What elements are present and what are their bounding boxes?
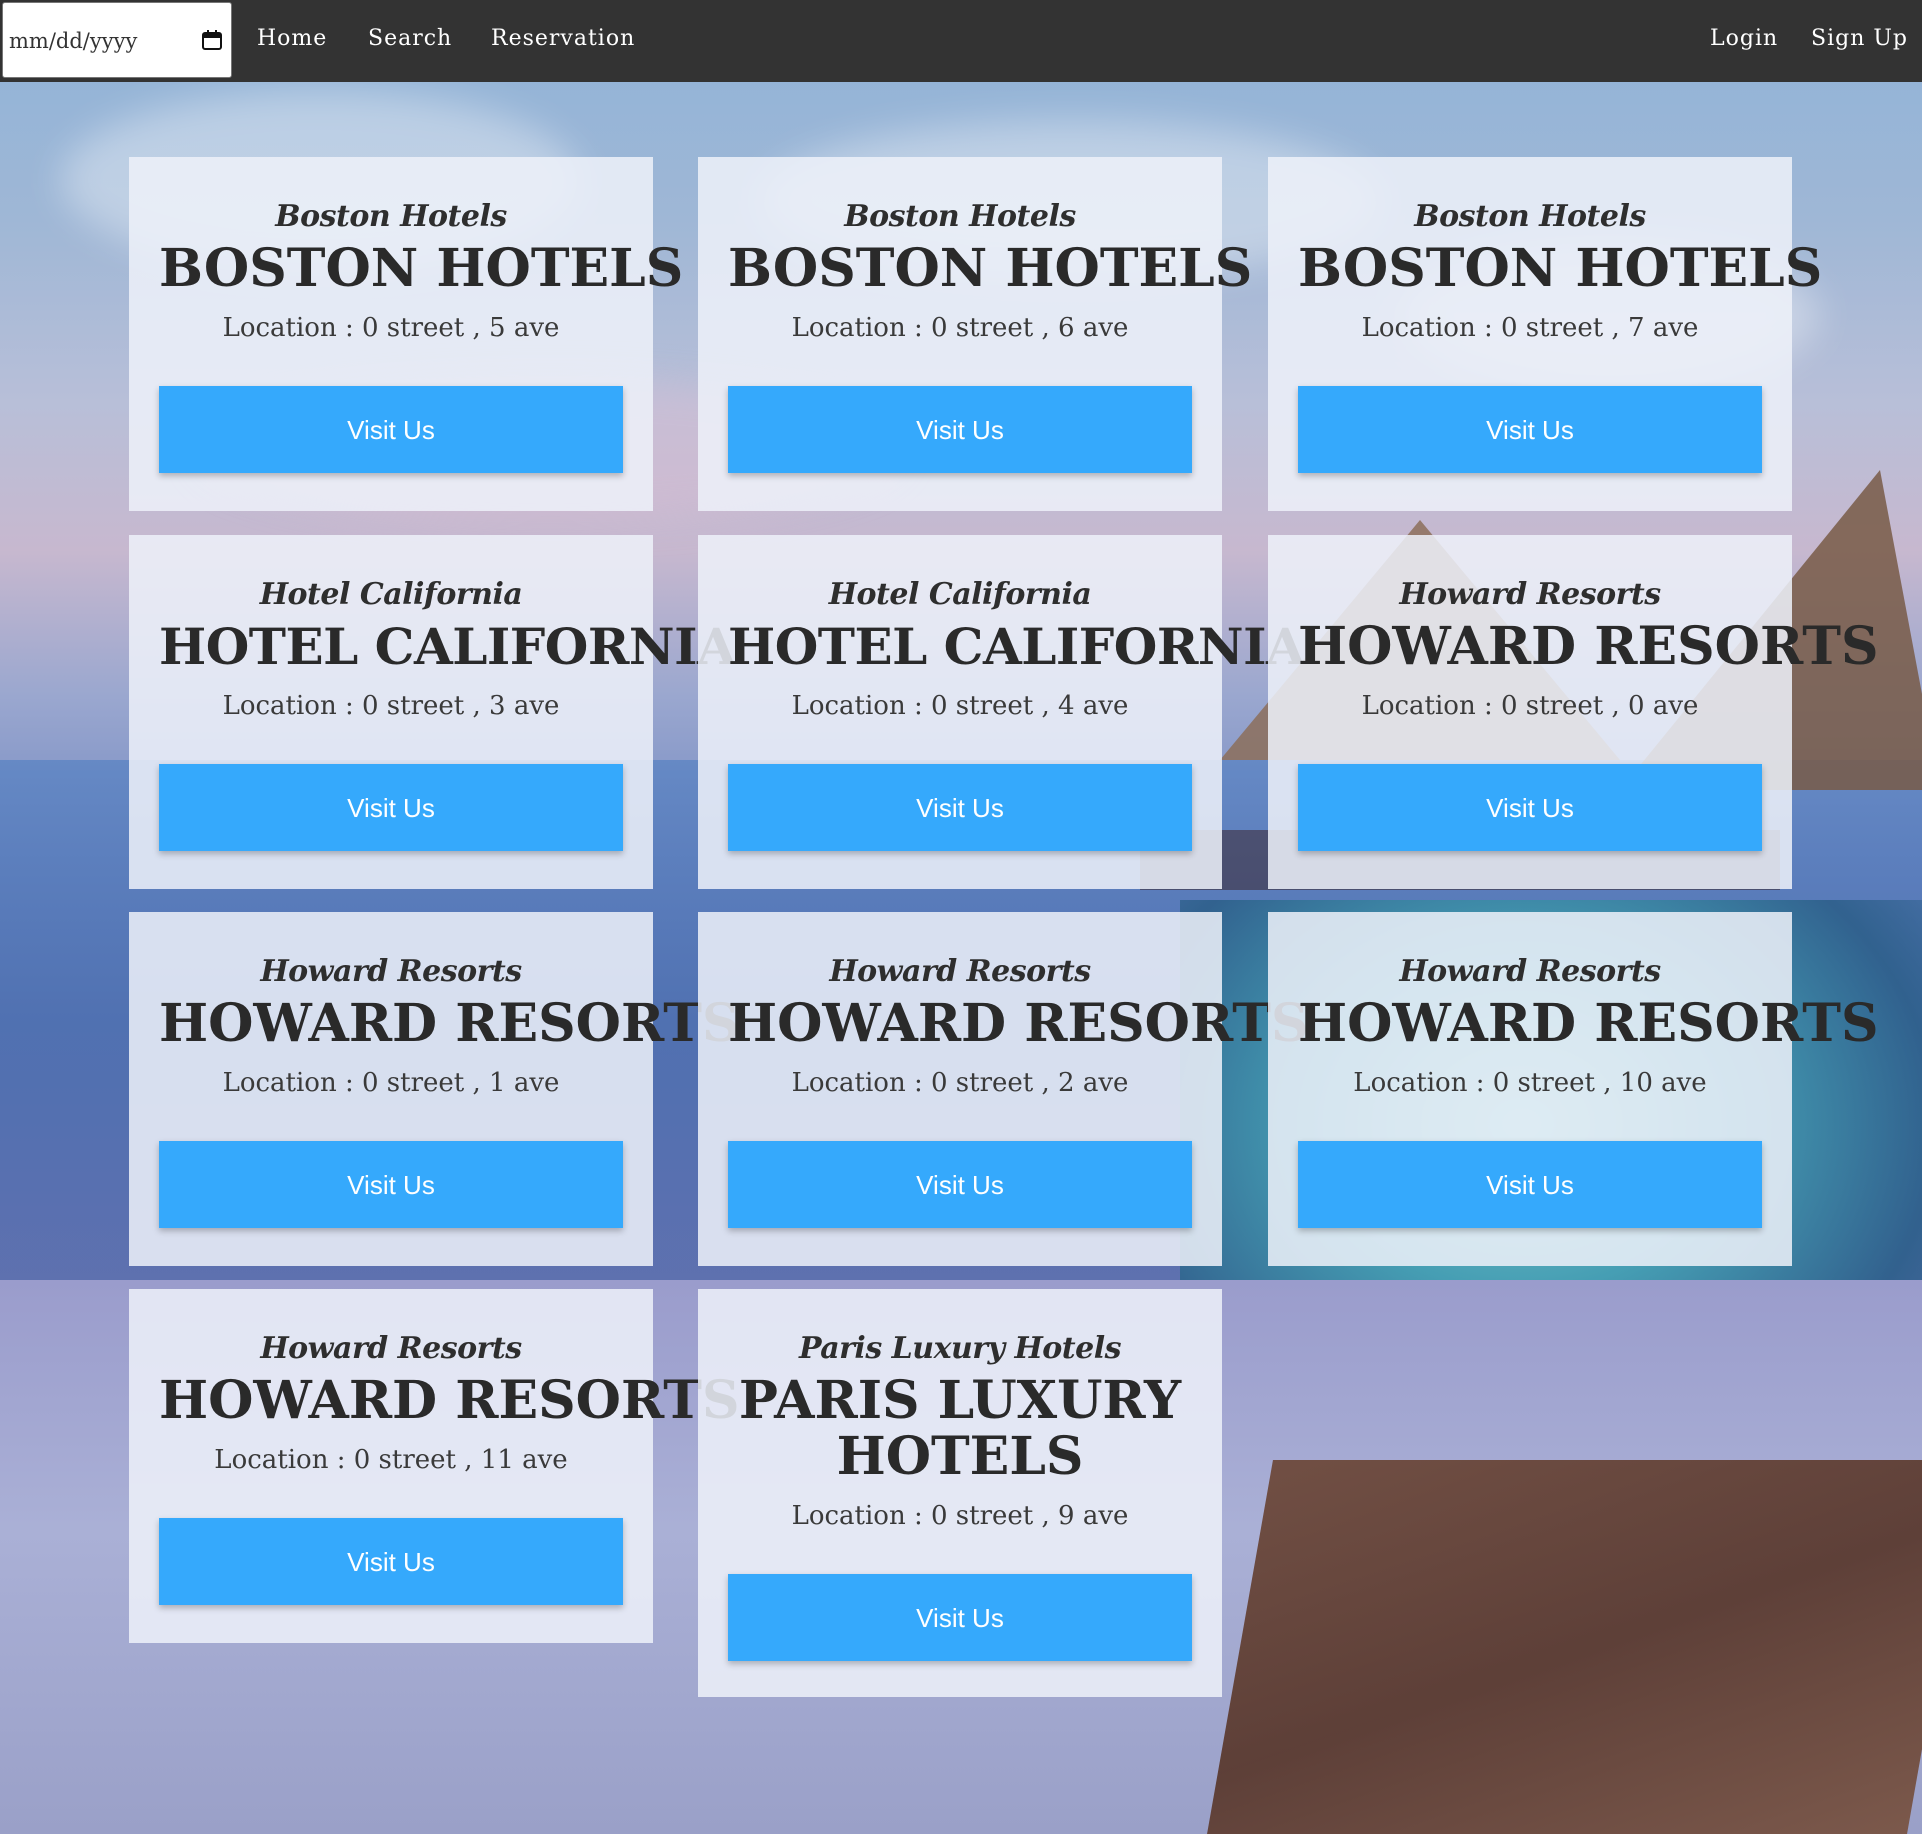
hotel-script-name: Boston Hotels xyxy=(1414,199,1646,234)
nav-login-link[interactable]: Login xyxy=(1710,26,1778,51)
hotel-location: Location : 0 street , 9 ave xyxy=(791,1501,1129,1531)
hotel-script-name: Howard Resorts xyxy=(1399,577,1661,612)
hotel-location: Location : 0 street , 4 ave xyxy=(791,691,1129,721)
hotel-card: Howard Resorts Howard Resorts Location :… xyxy=(1268,912,1879,1266)
hotel-location: Location : 0 street , 1 ave xyxy=(222,1068,560,1098)
visit-us-button[interactable]: Visit Us xyxy=(1298,764,1762,851)
date-placeholder: mm/dd/yyyy xyxy=(9,29,138,53)
calendar-icon[interactable] xyxy=(201,29,223,51)
hotel-title: Howard Resorts xyxy=(1298,993,1879,1054)
hotel-script-name: Howard Resorts xyxy=(260,1331,522,1366)
hotel-card: Hotel California Hotel California Locati… xyxy=(129,535,736,889)
hotel-script-name: Boston Hotels xyxy=(844,199,1076,234)
nav-home-link[interactable]: Home xyxy=(257,26,327,51)
hotel-title: Hotel California xyxy=(728,617,1305,676)
hotel-script-name: Hotel California xyxy=(828,577,1092,612)
hotel-location: Location : 0 street , 5 ave xyxy=(222,313,560,343)
hotel-script-name: Hotel California xyxy=(259,577,523,612)
hotel-card: Paris Luxury Hotels Paris Luxury Hotels … xyxy=(698,1289,1222,1697)
hotel-title: Howard Resorts xyxy=(159,1370,740,1431)
hotel-card: Boston Hotels Boston Hotels Location : 0… xyxy=(1268,157,1823,511)
hotel-script-name: Howard Resorts xyxy=(829,954,1091,989)
hotel-location: Location : 0 street , 0 ave xyxy=(1361,691,1699,721)
hotel-title: Boston Hotels xyxy=(1298,238,1823,299)
visit-us-button[interactable]: Visit Us xyxy=(728,1141,1192,1228)
hotel-title: Howard Resorts xyxy=(159,993,740,1054)
hotel-title: Paris Luxury Hotels xyxy=(738,1370,1182,1487)
visit-us-button[interactable]: Visit Us xyxy=(728,386,1192,473)
hotel-location: Location : 0 street , 11 ave xyxy=(214,1445,568,1475)
hotel-script-name: Boston Hotels xyxy=(275,199,507,234)
visit-us-button[interactable]: Visit Us xyxy=(159,1518,623,1605)
hotel-location: Location : 0 street , 7 ave xyxy=(1361,313,1699,343)
hotel-card: Boston Hotels Boston Hotels Location : 0… xyxy=(129,157,684,511)
hotel-location: Location : 0 street , 6 ave xyxy=(791,313,1129,343)
nav-search-link[interactable]: Search xyxy=(368,26,452,51)
visit-us-button[interactable]: Visit Us xyxy=(159,764,623,851)
hotel-title: Howard Resorts xyxy=(1298,616,1879,677)
hotel-title: Howard Resorts xyxy=(728,993,1309,1054)
visit-us-button[interactable]: Visit Us xyxy=(159,386,623,473)
hotel-card: Howard Resorts Howard Resorts Location :… xyxy=(129,1289,740,1643)
hotel-card: Boston Hotels Boston Hotels Location : 0… xyxy=(698,157,1253,511)
hotel-location: Location : 0 street , 10 ave xyxy=(1353,1068,1707,1098)
nav-reservation-link[interactable]: Reservation xyxy=(491,26,635,51)
visit-us-button[interactable]: Visit Us xyxy=(1298,386,1762,473)
top-navbar: mm/dd/yyyy Home Search Reservation Login… xyxy=(0,0,1922,82)
visit-us-button[interactable]: Visit Us xyxy=(1298,1141,1762,1228)
hotel-location: Location : 0 street , 2 ave xyxy=(791,1068,1129,1098)
date-input[interactable]: mm/dd/yyyy xyxy=(2,2,232,78)
wooden-platform xyxy=(1207,1460,1922,1834)
hotel-card: Howard Resorts Howard Resorts Location :… xyxy=(698,912,1309,1266)
visit-us-button[interactable]: Visit Us xyxy=(159,1141,623,1228)
hotel-title: Boston Hotels xyxy=(728,238,1253,299)
hotel-card: Howard Resorts Howard Resorts Location :… xyxy=(129,912,740,1266)
hotel-card: Hotel California Hotel California Locati… xyxy=(698,535,1305,889)
visit-us-button[interactable]: Visit Us xyxy=(728,764,1192,851)
hotel-script-name: Paris Luxury Hotels xyxy=(798,1331,1122,1366)
hotel-title: Boston Hotels xyxy=(159,238,684,299)
visit-us-button[interactable]: Visit Us xyxy=(728,1574,1192,1661)
nav-signup-link[interactable]: Sign Up xyxy=(1811,26,1908,51)
hotel-location: Location : 0 street , 3 ave xyxy=(222,691,560,721)
hotel-card: Howard Resorts Howard Resorts Location :… xyxy=(1268,535,1879,889)
hotel-script-name: Howard Resorts xyxy=(260,954,522,989)
hotel-script-name: Howard Resorts xyxy=(1399,954,1661,989)
hotel-title: Hotel California xyxy=(159,617,736,676)
